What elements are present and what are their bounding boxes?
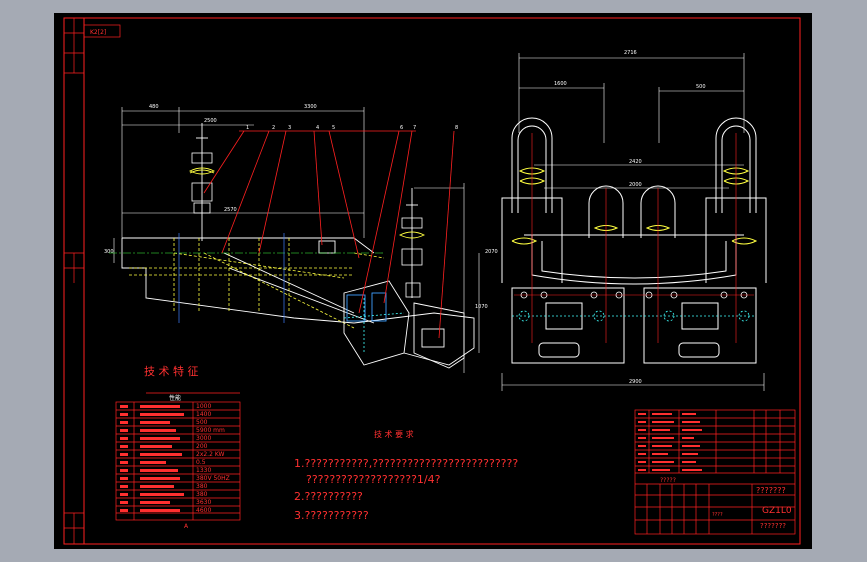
feeder-trough (121, 237, 475, 366)
svg-text:2500: 2500 (204, 118, 217, 124)
svg-text:?????: ????? (660, 477, 676, 484)
left-view: 480 3300 2500 2570 300 2070 1070 1 2 3 4… (104, 104, 498, 373)
svg-text:1400: 1400 (196, 411, 211, 418)
tech-requirements: 技 术 要 求 1.???????????,??????????????????… (294, 429, 518, 522)
svg-text:6: 6 (400, 125, 403, 131)
svg-text:4600: 4600 (196, 507, 211, 514)
drawing-sheet: K2[2] 480 3300 2500 2570 300 2070 1070 1… (54, 13, 812, 549)
drawing-code: GZ1L0 (762, 506, 792, 516)
tech-spec-title: 技 术 特 征 (144, 364, 199, 378)
right-view: 2716 1600 500 2420 2000 2900 (501, 50, 767, 391)
svg-text:???????: ??????? (756, 486, 786, 495)
left-strip (64, 18, 84, 544)
svg-text:2000: 2000 (629, 182, 642, 188)
svg-text:5900 mm: 5900 mm (196, 427, 225, 434)
svg-text:500: 500 (196, 419, 208, 426)
svg-text:7: 7 (413, 125, 416, 131)
svg-text:2x2.2 KW: 2x2.2 KW (196, 451, 225, 458)
tech-req-title: 技 术 要 求 (374, 429, 414, 439)
svg-text:3000: 3000 (196, 435, 211, 442)
title-block: ????? ??????? GZ1L0 ???? ??????? (634, 409, 796, 535)
svg-text:5: 5 (332, 125, 335, 131)
svg-text:8: 8 (455, 125, 458, 131)
trough-liner (129, 238, 385, 329)
svg-text:4: 4 (316, 125, 319, 131)
motor-bases (511, 287, 757, 364)
svg-text:380: 380 (196, 491, 208, 498)
tech-spec-subtitle: 性能 (169, 394, 181, 402)
svg-text:???????: ??????? (760, 522, 786, 530)
corner-label: K2[2] (90, 29, 106, 36)
spring-hanger-left (188, 123, 216, 241)
svg-text:300: 300 (104, 249, 114, 255)
svg-text:1070: 1070 (475, 304, 488, 310)
tech-spec: 技 术 特 征 性能 1000 1400 500 5900 mm 3000 20… (115, 364, 241, 530)
svg-text:???????????????????1/4?: ???????????????????1/4? (306, 473, 441, 486)
svg-text:3630: 3630 (196, 499, 211, 506)
svg-text:1330: 1330 (196, 467, 211, 474)
svg-text:1600: 1600 (554, 81, 567, 87)
spring-hanger-right (398, 188, 426, 298)
svg-text:2.??????????: 2.?????????? (294, 490, 363, 503)
vibration-motor (343, 280, 465, 369)
svg-text:380: 380 (196, 483, 208, 490)
svg-text:3300: 3300 (304, 104, 317, 110)
svg-text:2716: 2716 (624, 50, 637, 56)
svg-text:0.5: 0.5 (196, 459, 206, 466)
trough-section (524, 234, 744, 285)
svg-text:1: 1 (246, 125, 249, 131)
svg-text:????: ???? (712, 512, 723, 518)
svg-text:200: 200 (196, 443, 208, 450)
svg-text:2570: 2570 (224, 207, 237, 213)
cad-viewport: K2[2] 480 3300 2500 2570 300 2070 1070 1… (0, 0, 867, 562)
svg-text:1000: 1000 (196, 403, 211, 410)
svg-text:A: A (184, 523, 189, 530)
svg-text:3: 3 (288, 125, 291, 131)
svg-text:480: 480 (149, 104, 159, 110)
callout-leaders (203, 130, 455, 339)
svg-text:2900: 2900 (629, 379, 642, 385)
svg-text:2: 2 (272, 125, 275, 131)
svg-text:1.???????????,????????????????: 1.???????????,????????????????????????? (294, 457, 518, 470)
svg-text:2070: 2070 (485, 249, 498, 255)
svg-text:500: 500 (696, 84, 706, 90)
svg-text:380V 50HZ: 380V 50HZ (196, 475, 230, 482)
svg-text:2420: 2420 (629, 159, 642, 165)
svg-text:3.???????????: 3.??????????? (294, 509, 369, 522)
drawing-canvas: K2[2] 480 3300 2500 2570 300 2070 1070 1… (63, 17, 801, 545)
